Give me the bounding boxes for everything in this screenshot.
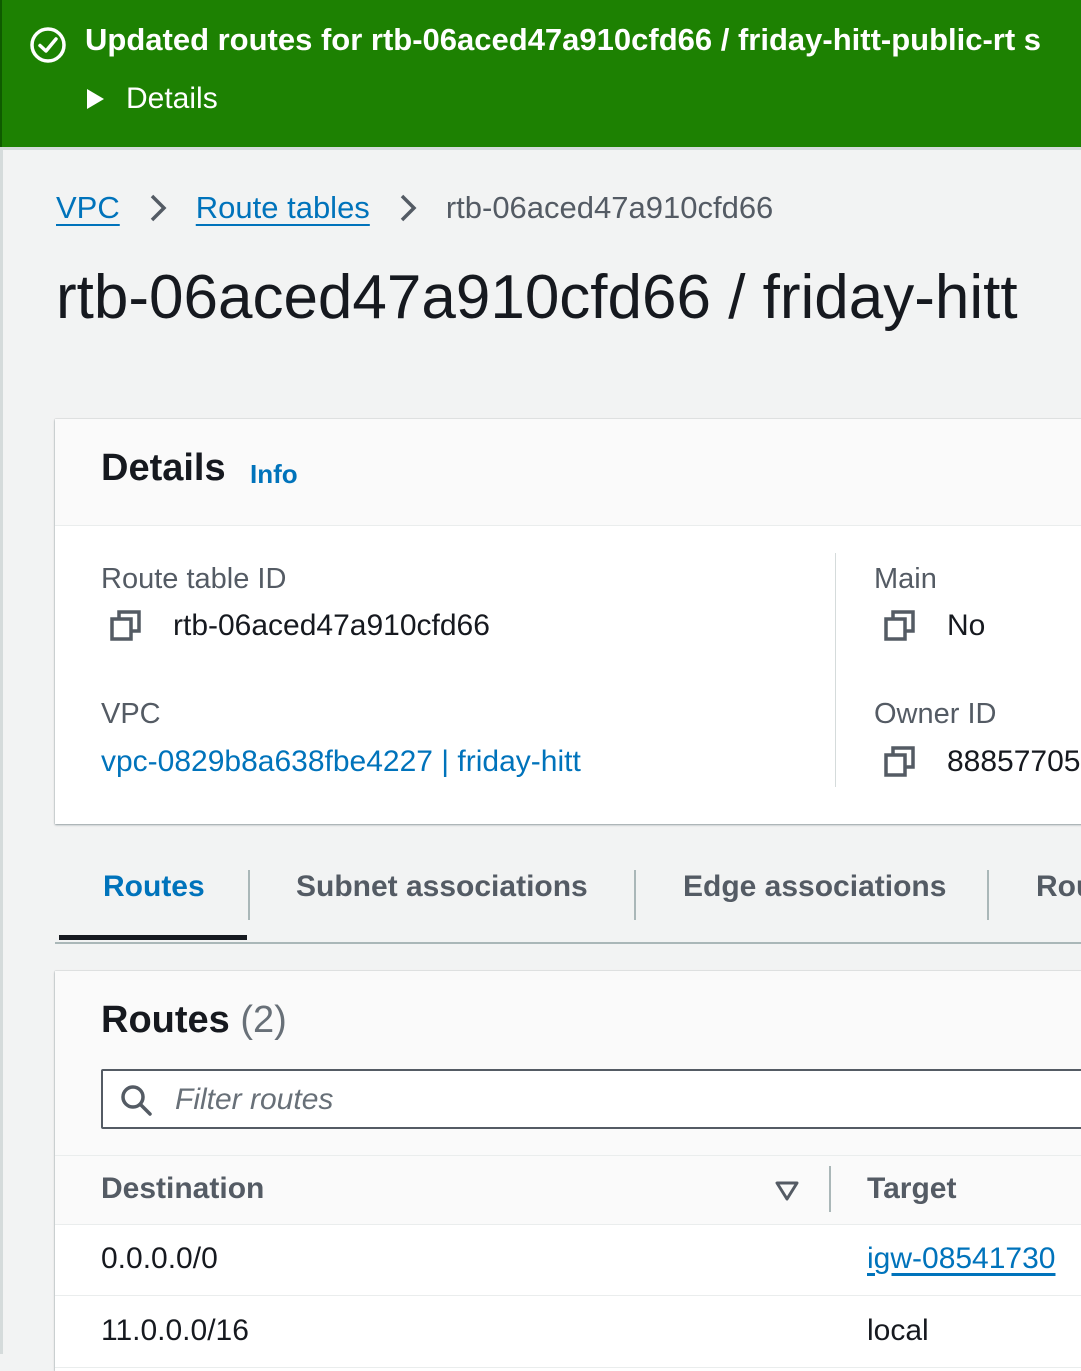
details-title: Details (101, 447, 226, 489)
routes-title-text: Routes (101, 999, 230, 1041)
tab-edge-associations[interactable]: Edge associations (683, 870, 946, 904)
check-circle-icon (30, 27, 66, 63)
info-link[interactable]: Info (250, 459, 298, 490)
chevron-right-icon (150, 194, 167, 222)
route-table-id-value: rtb-06aced47a910cfd66 (109, 609, 490, 643)
column-destination[interactable]: Destination (101, 1172, 264, 1206)
details-header: Details Info (55, 419, 1081, 526)
tab-subnet-associations[interactable]: Subnet associations (296, 870, 588, 904)
breadcrumb-vpc[interactable]: VPC (56, 190, 120, 226)
details-panel: Details Info Route table ID rtb-06aced47… (55, 419, 1081, 824)
search-icon (121, 1085, 152, 1116)
owner-id-value: 88857705 (883, 745, 1080, 779)
column-divider (835, 553, 836, 787)
tab-divider (248, 870, 250, 920)
routes-count: (2) (240, 999, 287, 1041)
main-value-text: No (947, 609, 986, 642)
tab-divider (634, 870, 636, 920)
owner-id-text: 88857705 (947, 745, 1081, 778)
chevron-right-icon (400, 194, 417, 222)
routes-table-header: Destination Target (55, 1155, 1081, 1225)
flash-details-toggle[interactable]: Details (87, 82, 218, 116)
table-row: 11.0.0.0/16 local (55, 1296, 1081, 1368)
copy-icon[interactable] (109, 609, 143, 643)
routes-panel: Routes (2) Destination Target 0.0.0.0/0 … (55, 971, 1081, 1371)
route-target-link[interactable]: igw-08541730 (867, 1242, 1055, 1276)
column-divider (829, 1166, 831, 1212)
vpc-link[interactable]: vpc-0829b8a638fbe4227 | friday-hitt (101, 745, 581, 779)
flash-details-label: Details (126, 82, 218, 115)
content-left-border (0, 150, 3, 1354)
column-target[interactable]: Target (867, 1172, 956, 1206)
caret-right-icon (87, 89, 104, 109)
routes-title: Routes (2) (101, 999, 287, 1042)
page-title: rtb-06aced47a910cfd66 / friday-hitt (56, 263, 1018, 332)
breadcrumb: VPC Route tables rtb-06aced47a910cfd66 (56, 188, 773, 228)
sort-down-icon[interactable] (775, 1180, 799, 1202)
flash-message: Updated routes for rtb-06aced47a910cfd66… (85, 22, 1042, 57)
owner-id-label: Owner ID (874, 698, 997, 730)
tab-routes[interactable]: Routes (103, 870, 205, 904)
filter-routes-input[interactable] (173, 1079, 977, 1121)
copy-icon[interactable] (883, 609, 917, 643)
active-tab-indicator (59, 935, 247, 940)
breadcrumb-current: rtb-06aced47a910cfd66 (445, 190, 774, 225)
route-destination: 0.0.0.0/0 (101, 1242, 218, 1275)
route-target: local (867, 1314, 929, 1347)
filter-routes-field[interactable] (101, 1069, 1081, 1129)
route-table-id-label: Route table ID (101, 563, 287, 595)
routes-header: Routes (2) (55, 971, 1081, 1155)
tab-bar: Routes Subnet associations Edge associat… (55, 860, 1081, 944)
breadcrumb-route-tables[interactable]: Route tables (196, 190, 370, 226)
tab-route-propagation[interactable]: Rou (1036, 870, 1081, 904)
route-destination: 11.0.0.0/16 (101, 1314, 249, 1347)
copy-icon[interactable] (883, 745, 917, 779)
table-row: 0.0.0.0/0 igw-08541730 (55, 1224, 1081, 1296)
flash-divider (0, 147, 1081, 150)
main-label: Main (874, 563, 937, 595)
main-value: No (883, 609, 985, 643)
tab-divider (987, 870, 989, 920)
route-table-id-text: rtb-06aced47a910cfd66 (173, 609, 490, 642)
vpc-label: VPC (101, 698, 161, 730)
success-flashbar: Updated routes for rtb-06aced47a910cfd66… (0, 0, 1081, 147)
